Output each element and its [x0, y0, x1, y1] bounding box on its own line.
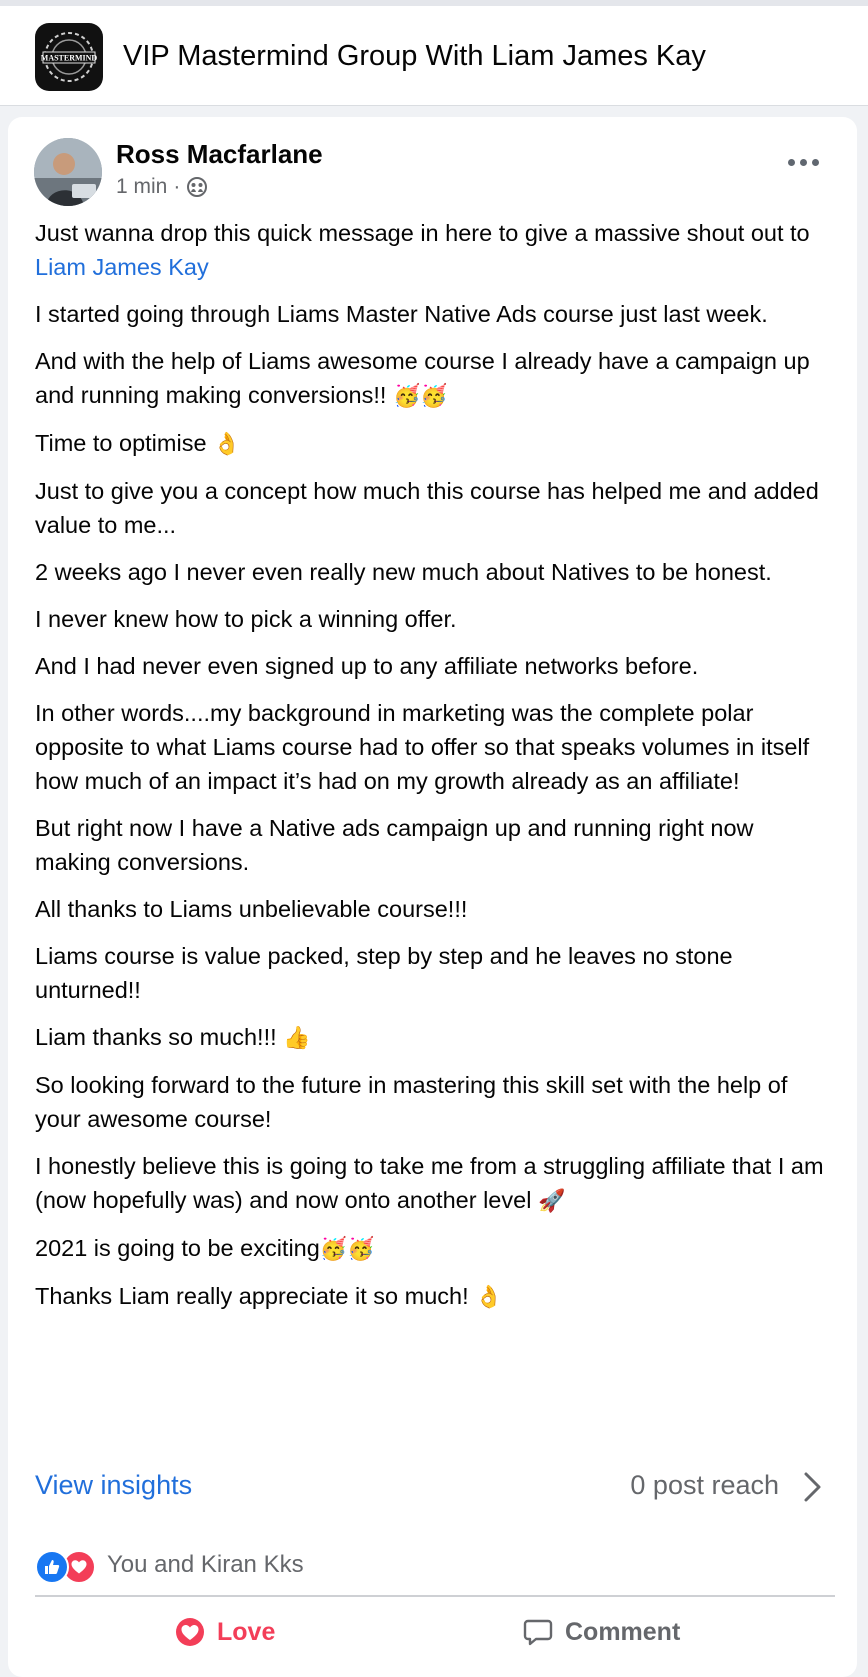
group-title[interactable]: VIP Mastermind Group With Liam James Kay [123, 40, 706, 73]
reaction-summary-text[interactable]: You and Kiran Kks [107, 1551, 304, 1579]
thumbs-up-emoji: 👍 [283, 1025, 311, 1050]
profile-photo-icon [34, 138, 102, 206]
more-options-button[interactable] [778, 147, 828, 177]
love-button[interactable]: Love [175, 1607, 275, 1657]
group-logo[interactable]: MASTERMIND [35, 23, 103, 91]
dot-icon [799, 158, 807, 166]
heart-icon [71, 1560, 87, 1574]
avatar[interactable] [34, 138, 102, 206]
paragraph-text: Just wanna drop this quick message in he… [35, 220, 810, 246]
comment-button[interactable]: Comment [523, 1607, 680, 1657]
post-body: Just wanna drop this quick message in he… [35, 216, 835, 1327]
party-face-emoji: 🥳🥳 [319, 1236, 375, 1261]
post-paragraph: And with the help of Liams awesome cours… [35, 344, 835, 413]
group-audience-icon [187, 177, 208, 197]
ok-hand-emoji: 👌 [213, 431, 241, 456]
paragraph-text: I honestly believe this is going to take… [35, 1153, 824, 1213]
paragraph-text: Time to optimise [35, 430, 214, 456]
post-paragraph: Time to optimise 👌 [35, 426, 835, 461]
thumbs-up-icon [45, 1560, 60, 1574]
post-paragraph: Liam thanks so much!!! 👍 [35, 1020, 835, 1055]
mention-link[interactable]: Liam James Kay [35, 254, 209, 280]
love-icon [176, 1618, 204, 1646]
divider [35, 1595, 835, 1597]
post-paragraph: So looking forward to the future in mast… [35, 1072, 788, 1132]
paragraph-text: 2021 is going to be exciting [35, 1235, 320, 1261]
rocket-emoji: 🚀 [537, 1188, 566, 1213]
paragraph-text: Thanks Liam really appreciate it so much… [35, 1283, 476, 1309]
view-insights-link[interactable]: View insights [35, 1470, 192, 1501]
post-paragraph: 2021 is going to be exciting🥳🥳 [35, 1231, 835, 1266]
post-card: Ross Macfarlane 1 min · Just wanna drop … [8, 117, 857, 1677]
group-header: MASTERMIND VIP Mastermind Group With Lia… [0, 0, 868, 106]
post-paragraph: Just to give you a concept how much this… [35, 478, 819, 538]
dot-icon [811, 158, 819, 166]
mastermind-logo-icon: MASTERMIND [41, 32, 98, 82]
post-paragraph: 2 weeks ago I never even really new much… [35, 559, 772, 585]
post-paragraph: I honestly believe this is going to take… [35, 1149, 835, 1218]
paragraph-text: Liam thanks so much!!! [35, 1024, 284, 1050]
love-button-label: Love [217, 1617, 276, 1646]
post-reach[interactable]: 0 post reach [630, 1470, 779, 1501]
reaction-icons [35, 1548, 99, 1584]
post-paragraph: Liams course is value packed, step by st… [35, 943, 733, 1003]
logo-text: MASTERMIND [41, 54, 98, 63]
post-author[interactable]: Ross Macfarlane [116, 139, 323, 170]
post-paragraph: And I had never even signed up to any af… [35, 653, 699, 679]
post-paragraph: I started going through Liams Master Nat… [35, 301, 768, 327]
party-face-emoji: 🥳🥳 [392, 383, 448, 408]
meta-separator: · [173, 175, 181, 198]
post-meta: 1 min · [116, 175, 208, 199]
reaction-summary[interactable]: You and Kiran Kks [35, 1545, 304, 1585]
ok-hand-emoji: 👌 [475, 1284, 503, 1309]
post-paragraph: In other words....my background in marke… [35, 700, 810, 794]
post-paragraph: But right now I have a Native ads campai… [35, 815, 754, 875]
post-paragraph: Just wanna drop this quick message in he… [35, 216, 835, 284]
comment-icon [523, 1619, 553, 1646]
post-paragraph: All thanks to Liams unbelievable course!… [35, 896, 468, 922]
post-paragraph: Thanks Liam really appreciate it so much… [35, 1279, 835, 1314]
dot-icon [787, 158, 795, 166]
post-time[interactable]: 1 min [116, 175, 167, 199]
insights-bar[interactable]: View insights 0 post reach [35, 1462, 835, 1512]
chevron-right-icon[interactable] [797, 1470, 827, 1504]
comment-button-label: Comment [565, 1617, 681, 1646]
post-paragraph: I never knew how to pick a winning offer… [35, 606, 457, 632]
like-icon [35, 1550, 69, 1584]
